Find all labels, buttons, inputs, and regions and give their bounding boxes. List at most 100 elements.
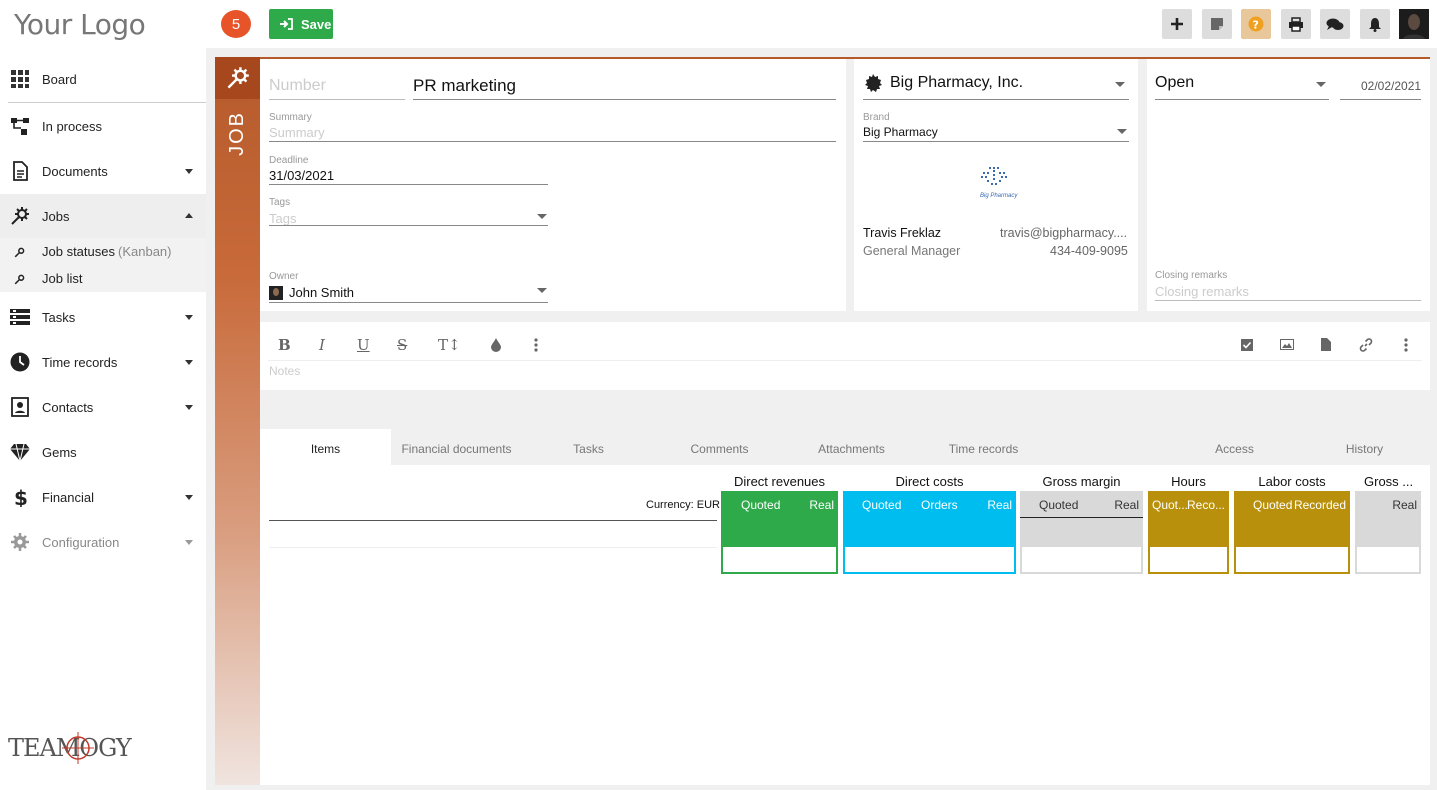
column-header[interactable]: Real [1392,498,1417,512]
tags-underline [269,225,548,226]
group-title-direct-revenues: Direct revenues [733,474,826,489]
sidebar-item-configuration[interactable]: Configuration [0,520,206,564]
save-button[interactable]: Save [269,9,333,39]
text-size-icon[interactable]: T↕ [438,336,461,354]
date-underline [1340,99,1421,100]
group-input-cell[interactable] [1234,545,1350,574]
job-title-input[interactable]: PR marketing [413,76,516,96]
contact-phone[interactable]: 434-409-9095 [1050,244,1128,258]
bold-icon[interactable]: B [278,336,291,354]
summary-input[interactable]: Summary [269,125,325,140]
column-header[interactable]: Real [809,498,834,512]
more-vertical-icon[interactable] [533,338,539,352]
brand-select[interactable]: Big Pharmacy [863,125,938,139]
sidebar-item-label: Gems [42,444,77,460]
tab-attachments[interactable]: Attachments [786,429,917,465]
group-input-cell[interactable] [1020,545,1143,574]
dollar-icon: $ [14,487,28,507]
more-vertical-icon[interactable] [1403,338,1409,352]
help-button[interactable]: ? [1241,9,1271,39]
user-avatar[interactable] [1399,9,1429,39]
sidebar-item-jobs[interactable]: Jobs [0,194,206,238]
comments-icon [1326,18,1344,30]
company-select[interactable]: Big Pharmacy, Inc. [890,74,1023,92]
column-header[interactable]: Recorded [1294,498,1346,512]
sidebar-item-tasks[interactable]: Tasks [0,295,206,339]
document-icon [13,161,28,181]
notes-input[interactable]: Notes [269,364,300,378]
group-input-cell[interactable] [721,545,838,574]
sidebar-subitem-job-list[interactable]: Job list [0,265,206,292]
tab-items[interactable]: Items [260,429,391,465]
chevron-down-icon[interactable] [537,214,547,219]
status-select[interactable]: Open [1155,74,1194,92]
group-input-cell[interactable] [843,545,1016,574]
sidebar-item-financial[interactable]: $ Financial [0,475,206,519]
add-button[interactable] [1162,9,1192,39]
sidebar-item-in-process[interactable]: In process [0,104,206,148]
group-title-hours: Hours [1171,474,1206,489]
status-underline [1155,99,1329,100]
sidebar-subitem-suffix: (Kanban) [118,244,172,259]
sidebar-item-gems[interactable]: Gems [0,430,206,474]
chat-button[interactable] [1320,9,1350,39]
column-header[interactable]: Real [1114,498,1139,512]
sidebar-subitem-job-statuses[interactable]: Job statuses (Kanban) [0,238,206,265]
column-header[interactable]: Quoted [1039,498,1078,512]
grid-icon [11,70,29,88]
color-drop-icon[interactable] [490,338,502,352]
link-icon[interactable] [1359,338,1373,352]
chevron-down-icon[interactable] [1115,82,1125,87]
column-header[interactable]: Quoted [1253,498,1292,512]
tab-comments[interactable]: Comments [654,429,785,465]
job-number-input[interactable]: Number [269,77,326,95]
chevron-down-icon[interactable] [1117,129,1127,134]
contact-name[interactable]: Travis Freklaz [863,226,941,240]
notifications-button[interactable] [1360,9,1390,39]
column-header[interactable]: Quot... [1152,498,1188,512]
app-logo[interactable]: Your Logo [14,8,146,41]
group-sum-row [1148,518,1229,546]
sidebar-item-label: Documents [42,163,108,179]
italic-icon[interactable]: I [319,336,325,354]
underline-icon[interactable]: U [357,336,370,354]
tags-input[interactable]: Tags [269,211,296,226]
contact-role: General Manager [863,244,961,258]
tab-history[interactable]: History [1299,429,1430,465]
print-icon [1289,16,1303,32]
notification-badge[interactable]: 5 [221,10,251,38]
group-sum-row [1234,518,1350,546]
column-header[interactable]: Quoted [741,498,780,512]
tab-tasks[interactable]: Tasks [523,429,654,465]
print-button[interactable] [1281,9,1311,39]
column-header[interactable]: Quoted [862,498,901,512]
group-sum-row [843,518,1016,546]
column-header[interactable]: Orders [921,498,958,512]
closing-remarks-input[interactable]: Closing remarks [1155,284,1249,299]
file-icon[interactable] [1321,338,1331,351]
sidebar-item-documents[interactable]: Documents [0,149,206,193]
sidebar-item-time-records[interactable]: Time records [0,340,206,384]
grid-row-line [269,547,717,548]
owner-select[interactable]: John Smith [289,285,354,300]
column-header[interactable]: Real [987,498,1012,512]
column-header[interactable]: Reco... [1187,498,1225,512]
sidebar-item-contacts[interactable]: Contacts [0,385,206,429]
tab-access[interactable]: Access [1169,429,1300,465]
checkbox-icon[interactable] [1241,339,1253,351]
chevron-down-icon[interactable] [537,288,547,293]
group-input-cell[interactable] [1355,545,1421,574]
chevron-down-icon[interactable] [1316,82,1326,87]
sidebar-item-board[interactable]: Board [0,57,206,101]
tab-financial-documents[interactable]: Financial documents [391,429,522,465]
strikethrough-icon[interactable]: S [397,336,407,354]
image-icon[interactable] [1280,339,1294,350]
group-input-cell[interactable] [1148,545,1229,574]
chevron-down-icon [185,360,193,365]
tab-time-records[interactable]: Time records [918,429,1049,465]
status-date-input[interactable]: 02/02/2021 [1361,79,1421,93]
deadline-input[interactable]: 31/03/2021 [269,168,334,183]
company-badge-icon [865,74,882,92]
note-button[interactable] [1202,9,1232,39]
contact-email[interactable]: travis@bigpharmacy.... [1000,226,1127,240]
